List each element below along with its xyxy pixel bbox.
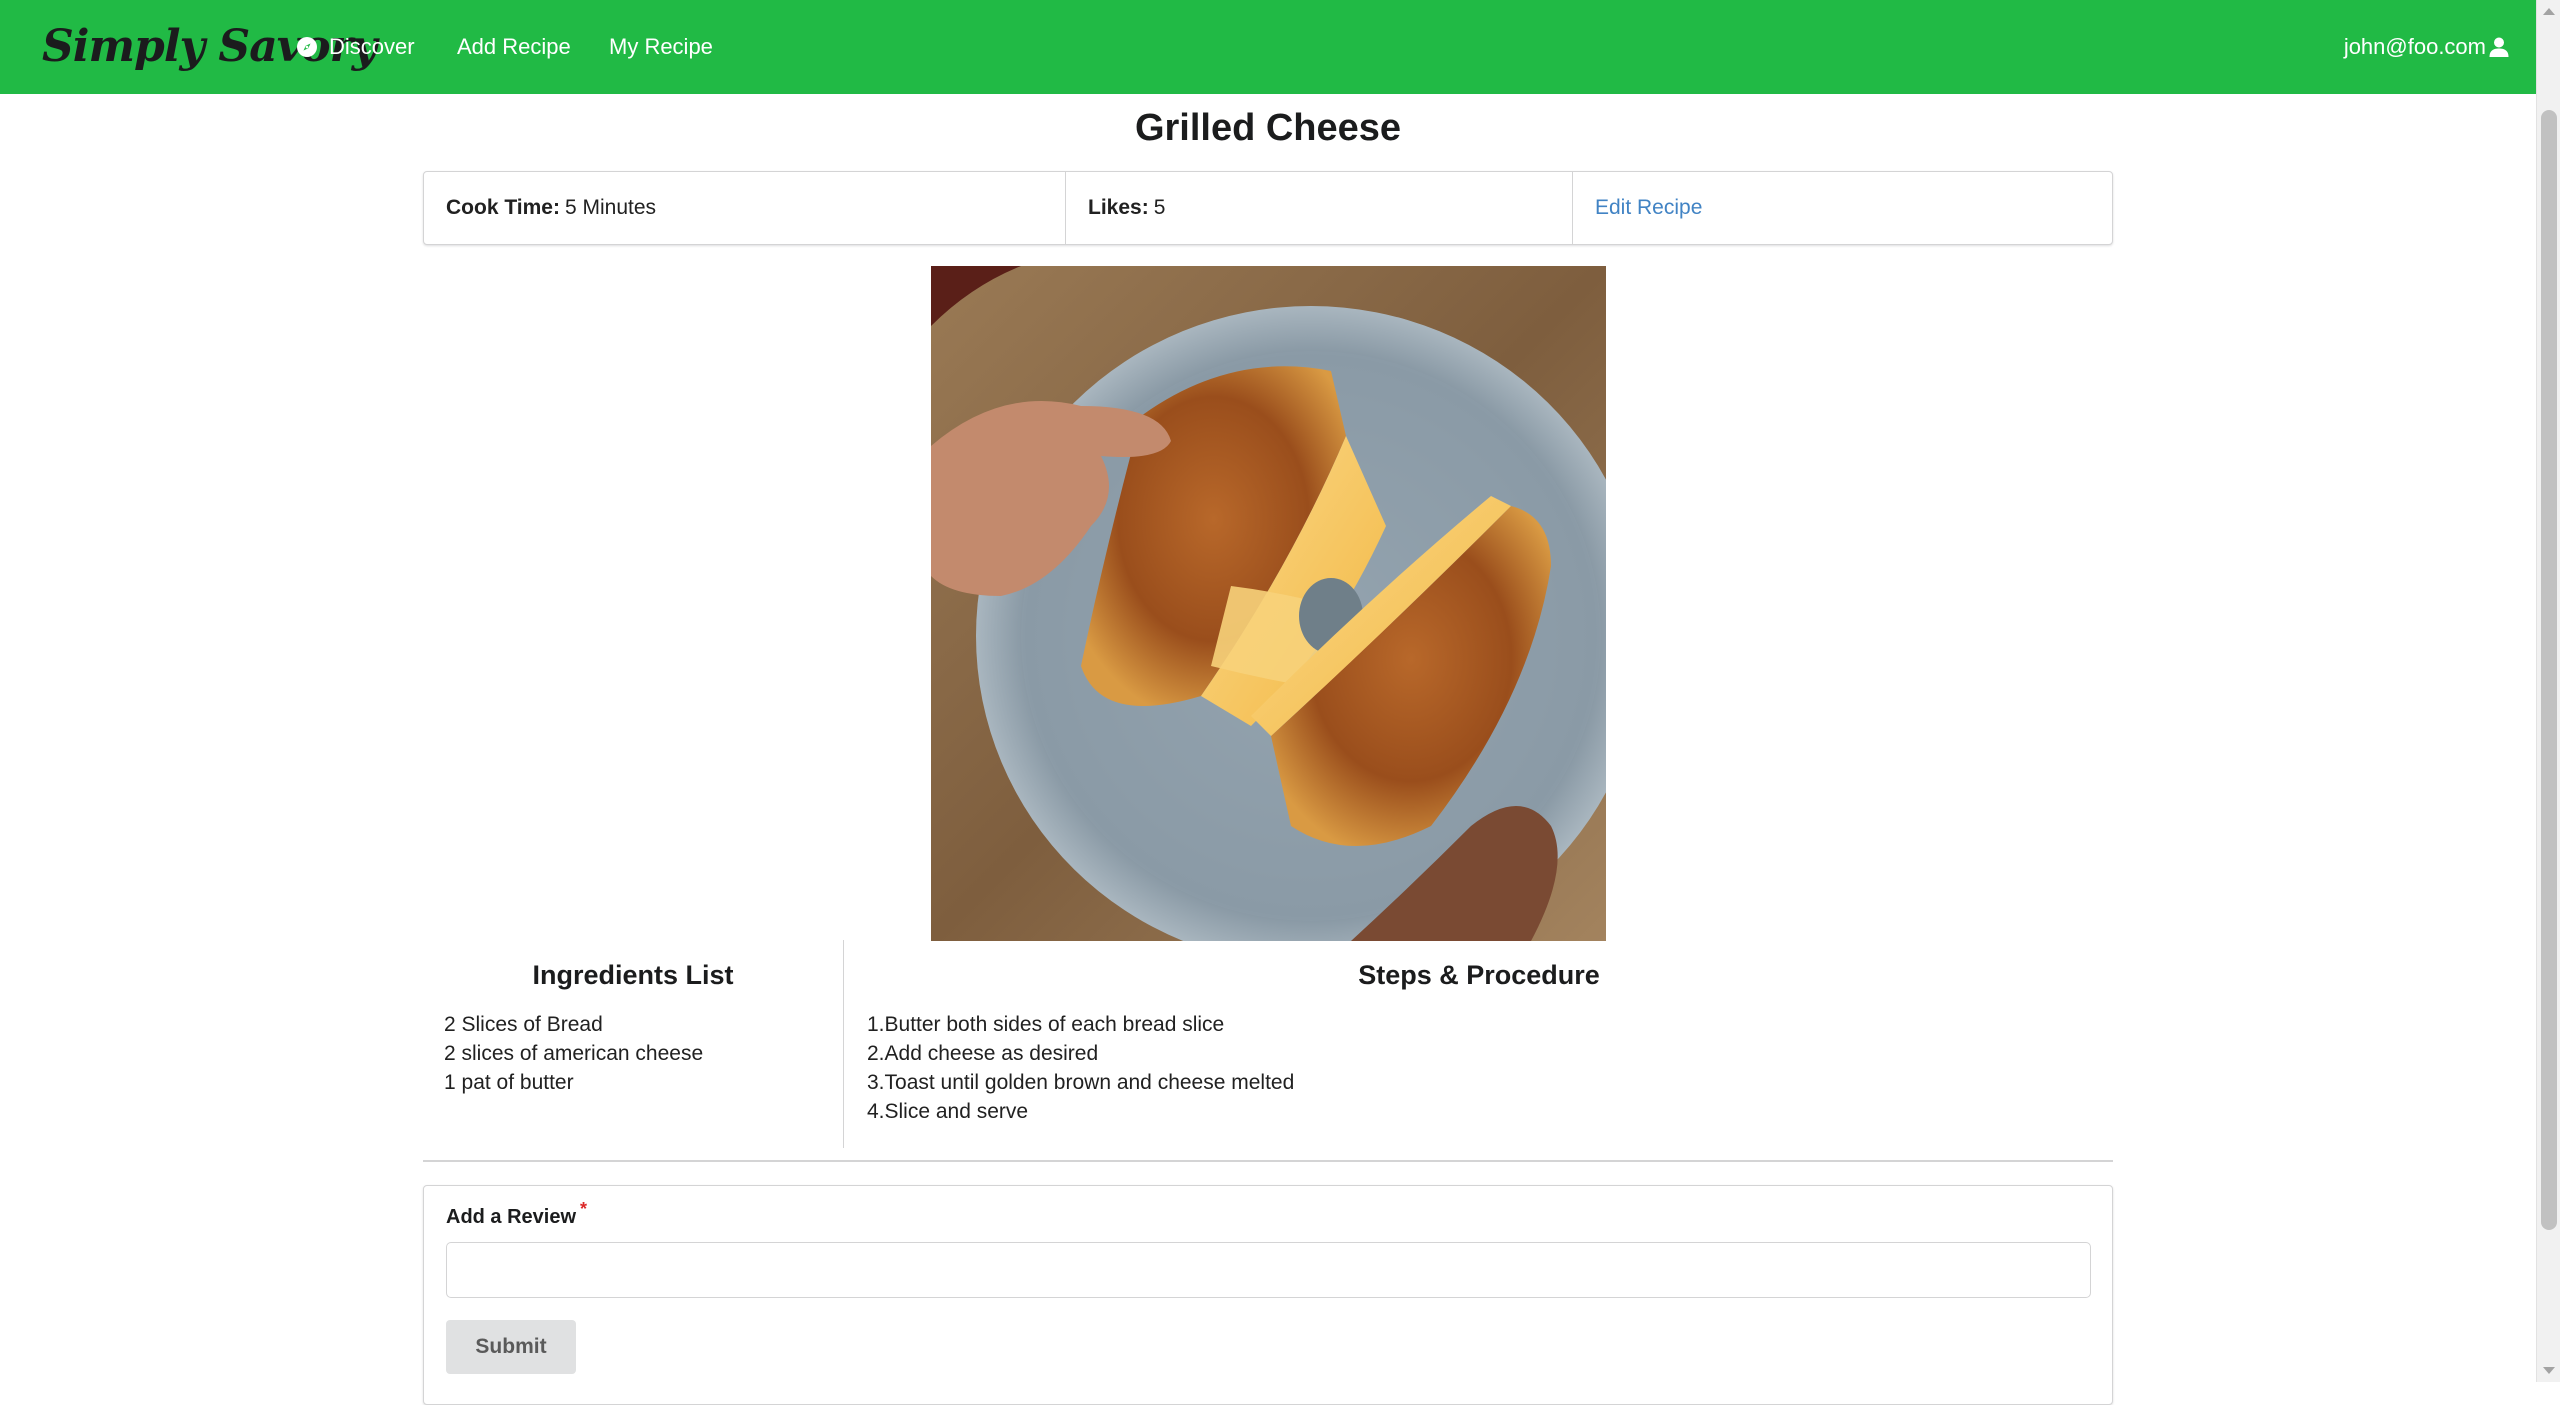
step-item: 1.Butter both sides of each bread slice	[867, 1013, 1225, 1036]
required-marker: *	[580, 1199, 588, 1219]
scrollbar-thumb[interactable]	[2541, 110, 2557, 1230]
step-item: 3.Toast until golden brown and cheese me…	[867, 1071, 1295, 1094]
review-input[interactable]	[446, 1242, 2091, 1298]
likes-label: Likes:	[1088, 196, 1149, 219]
scroll-down-icon[interactable]	[2543, 1367, 2555, 1374]
nav-discover-label: Discover	[329, 34, 415, 59]
review-form: Add a Review * Submit	[423, 1185, 2113, 1405]
scroll-up-icon[interactable]	[2543, 8, 2555, 15]
likes-cell: Likes: 5	[1065, 172, 1572, 244]
ingredient-item: 1 pat of butter	[444, 1071, 574, 1094]
nav-discover[interactable]: Discover	[296, 0, 415, 94]
steps-section: Steps & Procedure 1.Butter both sides of…	[845, 940, 2113, 1148]
top-navbar: Simply Savory Discover Add Recipe My Rec…	[0, 0, 2536, 94]
steps-heading: Steps & Procedure	[1358, 960, 1600, 990]
edit-recipe-link[interactable]: Edit Recipe	[1595, 196, 1702, 220]
page-title: Grilled Cheese	[1134, 107, 1402, 149]
cook-time-value: 5 Minutes	[564, 196, 657, 219]
review-label: Add a Review *	[446, 1199, 587, 1229]
page-scrollbar[interactable]	[2536, 0, 2560, 1382]
ingredient-item: 2 Slices of Bread	[444, 1013, 603, 1036]
step-item: 2.Add cheese as desired	[867, 1042, 1099, 1065]
recipe-info-bar: Cook Time: 5 Minutes Likes: 5 Edit Recip…	[423, 171, 2113, 245]
step-item: 4.Slice and serve	[867, 1100, 1029, 1123]
section-divider	[423, 1160, 2113, 1162]
user-icon	[2488, 36, 2510, 58]
ingredients-section: Ingredients List 2 Slices of Bread 2 sli…	[423, 940, 844, 1148]
submit-button[interactable]: Submit	[446, 1320, 576, 1374]
edit-cell: Edit Recipe	[1572, 172, 2112, 244]
ingredients-heading: Ingredients List	[532, 960, 734, 990]
recipe-image	[931, 266, 1606, 941]
ingredient-item: 2 slices of american cheese	[444, 1042, 704, 1065]
ingredients-list: 2 Slices of Bread 2 slices of american c…	[423, 1010, 843, 1097]
nav-add-recipe[interactable]: Add Recipe	[457, 0, 571, 94]
steps-list: 1.Butter both sides of each bread slice …	[845, 1010, 2113, 1126]
compass-icon	[296, 36, 318, 58]
nav-my-recipe[interactable]: My Recipe	[609, 0, 713, 94]
cook-time-cell: Cook Time: 5 Minutes	[424, 172, 1065, 244]
user-email: john@foo.com	[2343, 34, 2486, 59]
review-label-text: Add a Review	[446, 1206, 577, 1228]
likes-value: 5	[1153, 196, 1166, 219]
cook-time-label: Cook Time:	[446, 196, 560, 219]
nav-user-menu[interactable]: john@foo.com	[2344, 0, 2510, 94]
